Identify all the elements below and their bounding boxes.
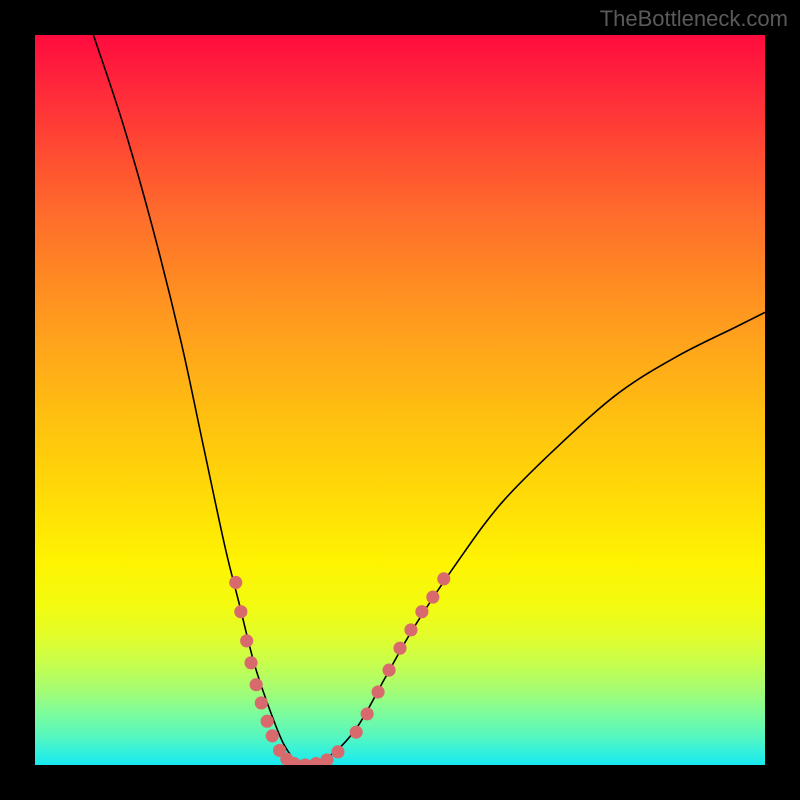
left-curve [93, 35, 297, 765]
data-points [229, 572, 450, 765]
data-point [372, 685, 385, 698]
data-point [261, 715, 274, 728]
data-point [266, 729, 279, 742]
data-point [393, 642, 406, 655]
chart-container: TheBottleneck.com [0, 0, 800, 800]
data-point [240, 634, 253, 647]
curve-svg [35, 35, 765, 765]
data-point [234, 605, 247, 618]
watermark-label: TheBottleneck.com [600, 6, 788, 32]
data-point [245, 656, 258, 669]
right-curve [298, 312, 765, 765]
data-point [331, 745, 344, 758]
data-point [255, 696, 268, 709]
data-point [382, 664, 395, 677]
data-point [437, 572, 450, 585]
data-point [361, 707, 374, 720]
plot-area [35, 35, 765, 765]
data-point [250, 678, 263, 691]
data-point [404, 623, 417, 636]
data-point [229, 576, 242, 589]
data-point [350, 726, 363, 739]
data-point [426, 591, 439, 604]
data-point [415, 605, 428, 618]
